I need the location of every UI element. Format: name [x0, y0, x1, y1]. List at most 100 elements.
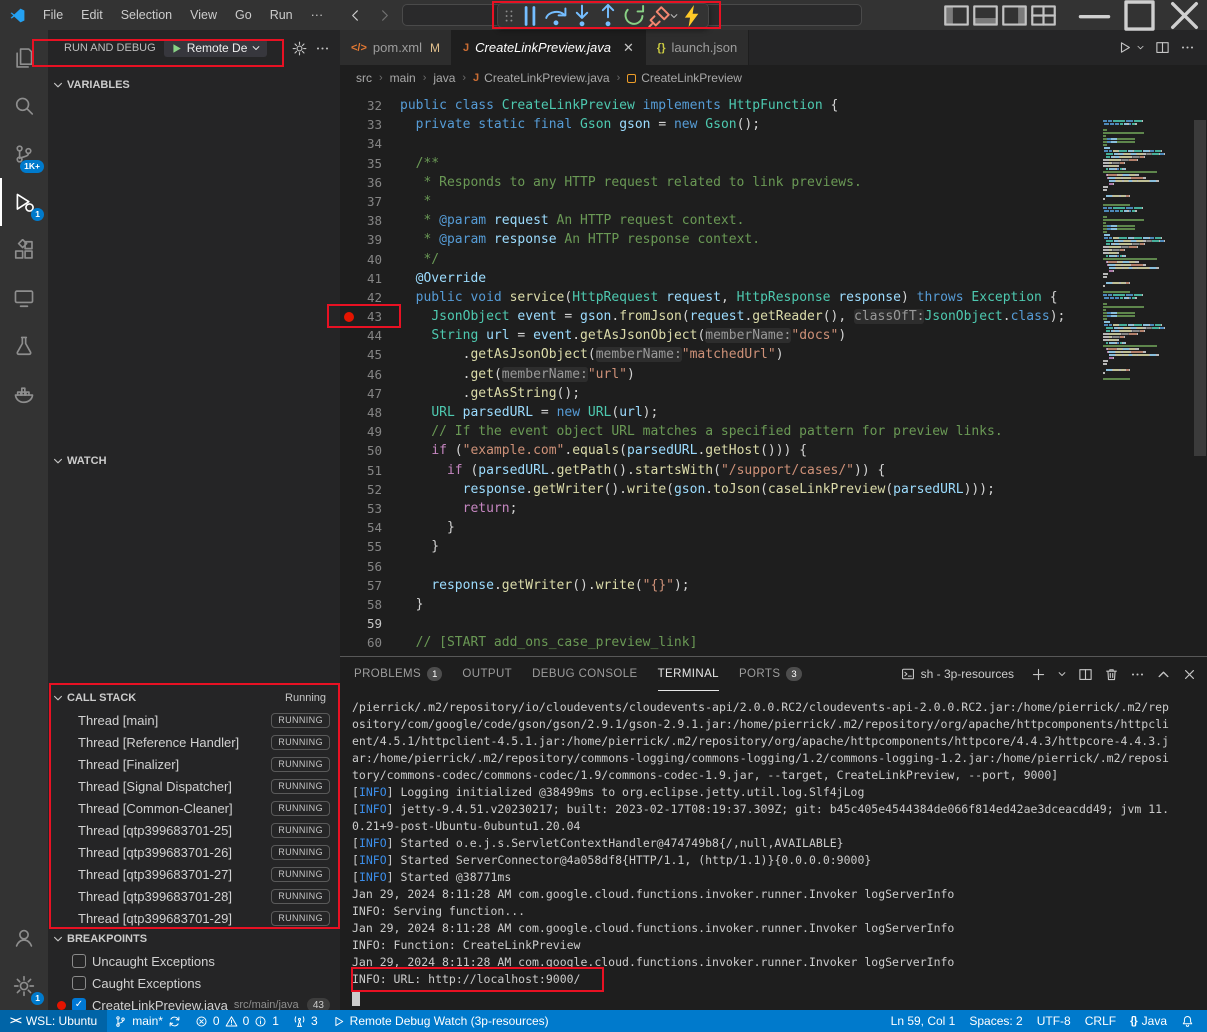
line-number[interactable]: 52	[340, 480, 382, 499]
activity-search[interactable]	[0, 82, 48, 130]
split-terminal-button[interactable]	[1078, 667, 1093, 682]
thread-row[interactable]: Thread [Common-Cleaner]RUNNING	[48, 797, 340, 819]
restart-button[interactable]	[621, 5, 647, 27]
code-line[interactable]: 57 response.getWriter().write("{}");	[340, 576, 1100, 595]
tab-launch-json[interactable]: {}launch.json	[646, 30, 749, 65]
activity-settings[interactable]: 1	[0, 962, 48, 1010]
line-number[interactable]: 59	[340, 614, 382, 633]
activity-run-and-debug[interactable]: 1	[0, 178, 48, 226]
customize-layout-button[interactable]	[1029, 0, 1058, 30]
toggle-secondary-sidebar-button[interactable]	[1000, 0, 1029, 30]
code-line[interactable]: 50 if ("example.com".equals(parsedURL.ge…	[340, 441, 1100, 460]
step-into-button[interactable]	[569, 5, 595, 27]
terminal-profile-chevron-icon[interactable]	[1057, 669, 1067, 679]
line-number[interactable]: 36	[340, 173, 382, 192]
activity-remote-explorer[interactable]	[0, 274, 48, 322]
breadcrumb-item[interactable]: src	[356, 71, 372, 85]
call-stack-header[interactable]: CALL STACK Running	[48, 687, 340, 709]
kill-terminal-button[interactable]	[1104, 667, 1119, 682]
breakpoint-row[interactable]: Caught Exceptions	[48, 972, 340, 994]
line-number[interactable]: 32	[340, 96, 382, 115]
code-line[interactable]: 48 URL parsedURL = new URL(url);	[340, 403, 1100, 422]
activity-testing[interactable]	[0, 322, 48, 370]
code-line[interactable]: 56	[340, 557, 1100, 576]
panel-more-actions-icon[interactable]	[1130, 667, 1145, 682]
line-number[interactable]: 51	[340, 461, 382, 480]
menu-view[interactable]: View	[181, 0, 226, 30]
code-line[interactable]: 52 response.getWriter().write(gson.toJso…	[340, 480, 1100, 499]
minimize-button[interactable]	[1072, 0, 1117, 30]
debug-settings-gear-icon[interactable]	[292, 41, 307, 56]
close-panel-icon[interactable]	[1182, 667, 1197, 682]
hot-code-replace-button[interactable]	[679, 5, 705, 27]
step-out-button[interactable]	[595, 5, 621, 27]
line-number[interactable]: 35	[340, 154, 382, 173]
eol[interactable]: CRLF	[1078, 1010, 1123, 1032]
debug-status[interactable]: Remote Debug Watch (3p-resources)	[325, 1010, 556, 1032]
line-number[interactable]: 47	[340, 384, 382, 403]
line-number[interactable]: 45	[340, 345, 382, 364]
thread-row[interactable]: Thread [qtp399683701-26]RUNNING	[48, 841, 340, 863]
forward-arrow-icon[interactable]	[377, 8, 392, 23]
minimap[interactable]	[1100, 96, 1192, 656]
line-number[interactable]: 38	[340, 211, 382, 230]
maximize-panel-chevron-icon[interactable]	[1156, 667, 1171, 682]
thread-row[interactable]: Thread [qtp399683701-28]RUNNING	[48, 885, 340, 907]
new-terminal-button[interactable]	[1031, 667, 1046, 682]
toggle-panel-button[interactable]	[971, 0, 1000, 30]
thread-row[interactable]: Thread [qtp399683701-27]RUNNING	[48, 863, 340, 885]
code-line[interactable]: 42 public void service(HttpRequest reque…	[340, 288, 1100, 307]
panel-tab-terminal[interactable]: TERMINAL	[658, 657, 719, 691]
editor-scrollbar[interactable]	[1193, 96, 1207, 656]
line-number[interactable]: 55	[340, 537, 382, 556]
variables-header[interactable]: VARIABLES	[48, 74, 340, 96]
maximize-button[interactable]	[1117, 0, 1162, 30]
line-number[interactable]: 33	[340, 115, 382, 134]
step-over-button[interactable]	[543, 5, 569, 27]
line-number[interactable]: 48	[340, 403, 382, 422]
line-number[interactable]: 50	[340, 441, 382, 460]
menu-go[interactable]: Go	[226, 0, 261, 30]
code-line[interactable]: 40 */	[340, 250, 1100, 269]
code-line[interactable]: 46 .get(memberName:"url")	[340, 365, 1100, 384]
line-number[interactable]: 41	[340, 269, 382, 288]
code-line[interactable]: 53 return;	[340, 499, 1100, 518]
code-line[interactable]: 35 /**	[340, 154, 1100, 173]
close-tab-icon[interactable]: ✕	[623, 40, 634, 56]
debug-config-selector[interactable]: Remote De	[164, 39, 268, 57]
start-debug-icon[interactable]	[170, 42, 183, 55]
toolbar-grip-icon[interactable]	[501, 5, 517, 27]
panel-tab-ports[interactable]: PORTS3	[739, 657, 802, 691]
cursor-position[interactable]: Ln 59, Col 1	[884, 1010, 963, 1032]
panel-tab-debug-console[interactable]: DEBUG CONSOLE	[532, 657, 638, 691]
code-line[interactable]: 47 .getAsString();	[340, 384, 1100, 403]
thread-row[interactable]: Thread [Signal Dispatcher]RUNNING	[48, 775, 340, 797]
activity-accounts[interactable]	[0, 914, 48, 962]
code-line[interactable]: 49 // If the event object URL matches a …	[340, 422, 1100, 441]
code-line[interactable]: 45 .getAsJsonObject(memberName:"matchedU…	[340, 345, 1100, 364]
line-number[interactable]: 37	[340, 192, 382, 211]
back-arrow-icon[interactable]	[348, 8, 363, 23]
terminal-session[interactable]: sh - 3p-resources	[901, 667, 1014, 681]
ports-status[interactable]: 3	[286, 1010, 325, 1032]
line-number[interactable]: 44	[340, 326, 382, 345]
line-number[interactable]: 56	[340, 557, 382, 576]
menu-selection[interactable]: Selection	[112, 0, 181, 30]
code-line[interactable]: 60 // [START add_ons_case_preview_link]	[340, 633, 1100, 652]
problems-status[interactable]: 001	[188, 1010, 286, 1032]
code-line[interactable]: 59	[340, 614, 1100, 633]
run-dropdown-chevron-icon[interactable]	[1136, 43, 1145, 52]
toggle-sidebar-button[interactable]	[942, 0, 971, 30]
close-window-button[interactable]	[1162, 0, 1207, 30]
activity-source-control[interactable]: 1K+	[0, 130, 48, 178]
scrollbar-thumb[interactable]	[1194, 120, 1206, 456]
encoding[interactable]: UTF-8	[1030, 1010, 1078, 1032]
editor-more-actions-icon[interactable]	[1180, 40, 1195, 55]
breakpoint-dot-icon[interactable]	[344, 312, 354, 322]
line-number[interactable]: 42	[340, 288, 382, 307]
line-number[interactable]: 40	[340, 250, 382, 269]
breadcrumb-item[interactable]: java	[433, 71, 455, 85]
code-line[interactable]: 38 * @param request An HTTP request cont…	[340, 211, 1100, 230]
breakpoint-checkbox[interactable]	[72, 954, 86, 968]
panel-tab-problems[interactable]: PROBLEMS1	[354, 657, 442, 691]
